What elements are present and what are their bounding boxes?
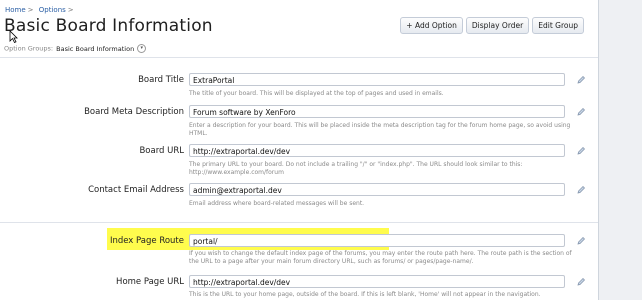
- options-page: Home > Options > Basic Board Information +…: [0, 0, 598, 300]
- add-option-button[interactable]: + Add Option: [400, 17, 463, 34]
- breadcrumb-home[interactable]: Home: [5, 6, 26, 14]
- display-order-button[interactable]: Display Order: [465, 17, 530, 34]
- top-actions: + Add Option Display Order Edit Group: [400, 17, 584, 34]
- board-meta-description-input[interactable]: Forum software by XenForo: [189, 105, 565, 118]
- pencil-icon[interactable]: [576, 277, 586, 287]
- pencil-icon[interactable]: [576, 185, 586, 195]
- pencil-icon[interactable]: [576, 75, 586, 85]
- breadcrumb: Home > Options >: [5, 6, 77, 14]
- page-title: Basic Board Information: [4, 16, 213, 36]
- chevron-down-icon[interactable]: ▾: [137, 44, 147, 53]
- field-hint: Email address where board-related messag…: [189, 200, 365, 207]
- pencil-icon[interactable]: [576, 146, 586, 156]
- mouse-cursor-icon: [9, 30, 18, 43]
- index-page-route-input[interactable]: portal/: [189, 234, 565, 247]
- option-groups-label: Option Groups:: [4, 44, 54, 53]
- field-label: Home Page URL: [116, 277, 184, 287]
- field-hint: If you wish to change the default index …: [189, 250, 572, 265]
- breadcrumb-separator: >: [67, 6, 74, 14]
- window-edge: [598, 0, 642, 300]
- field-label: Board Meta Description: [84, 107, 184, 117]
- field-label: Index Page Route: [109, 236, 184, 246]
- pencil-icon[interactable]: [576, 107, 586, 117]
- field-hint: The title of your board. This will be di…: [189, 90, 444, 97]
- contact-email-input[interactable]: admin@extraportal.dev: [189, 183, 565, 196]
- board-title-input[interactable]: ExtraPortal: [189, 73, 565, 86]
- field-label: Board Title: [138, 75, 184, 85]
- home-page-url-input[interactable]: http://extraportal.dev/dev: [189, 275, 565, 288]
- field-label: Board URL: [139, 146, 184, 156]
- field-hint: The primary URL to your board. Do not in…: [189, 161, 523, 176]
- divider: [0, 57, 598, 58]
- option-groups-selected[interactable]: Basic Board Information: [56, 45, 134, 53]
- breadcrumb-separator: >: [27, 6, 34, 14]
- pencil-icon[interactable]: [576, 236, 586, 246]
- edit-group-button[interactable]: Edit Group: [532, 17, 584, 34]
- field-hint: Enter a description for your board. This…: [189, 122, 571, 137]
- board-url-input[interactable]: http://extraportal.dev/dev: [189, 144, 565, 157]
- divider: [0, 222, 598, 223]
- breadcrumb-options[interactable]: Options: [39, 6, 66, 14]
- field-hint: This is the URL to your home page, outsi…: [189, 291, 541, 298]
- option-groups-selector[interactable]: Option Groups: Basic Board Information ▾: [4, 44, 147, 53]
- field-label: Contact Email Address: [88, 185, 184, 195]
